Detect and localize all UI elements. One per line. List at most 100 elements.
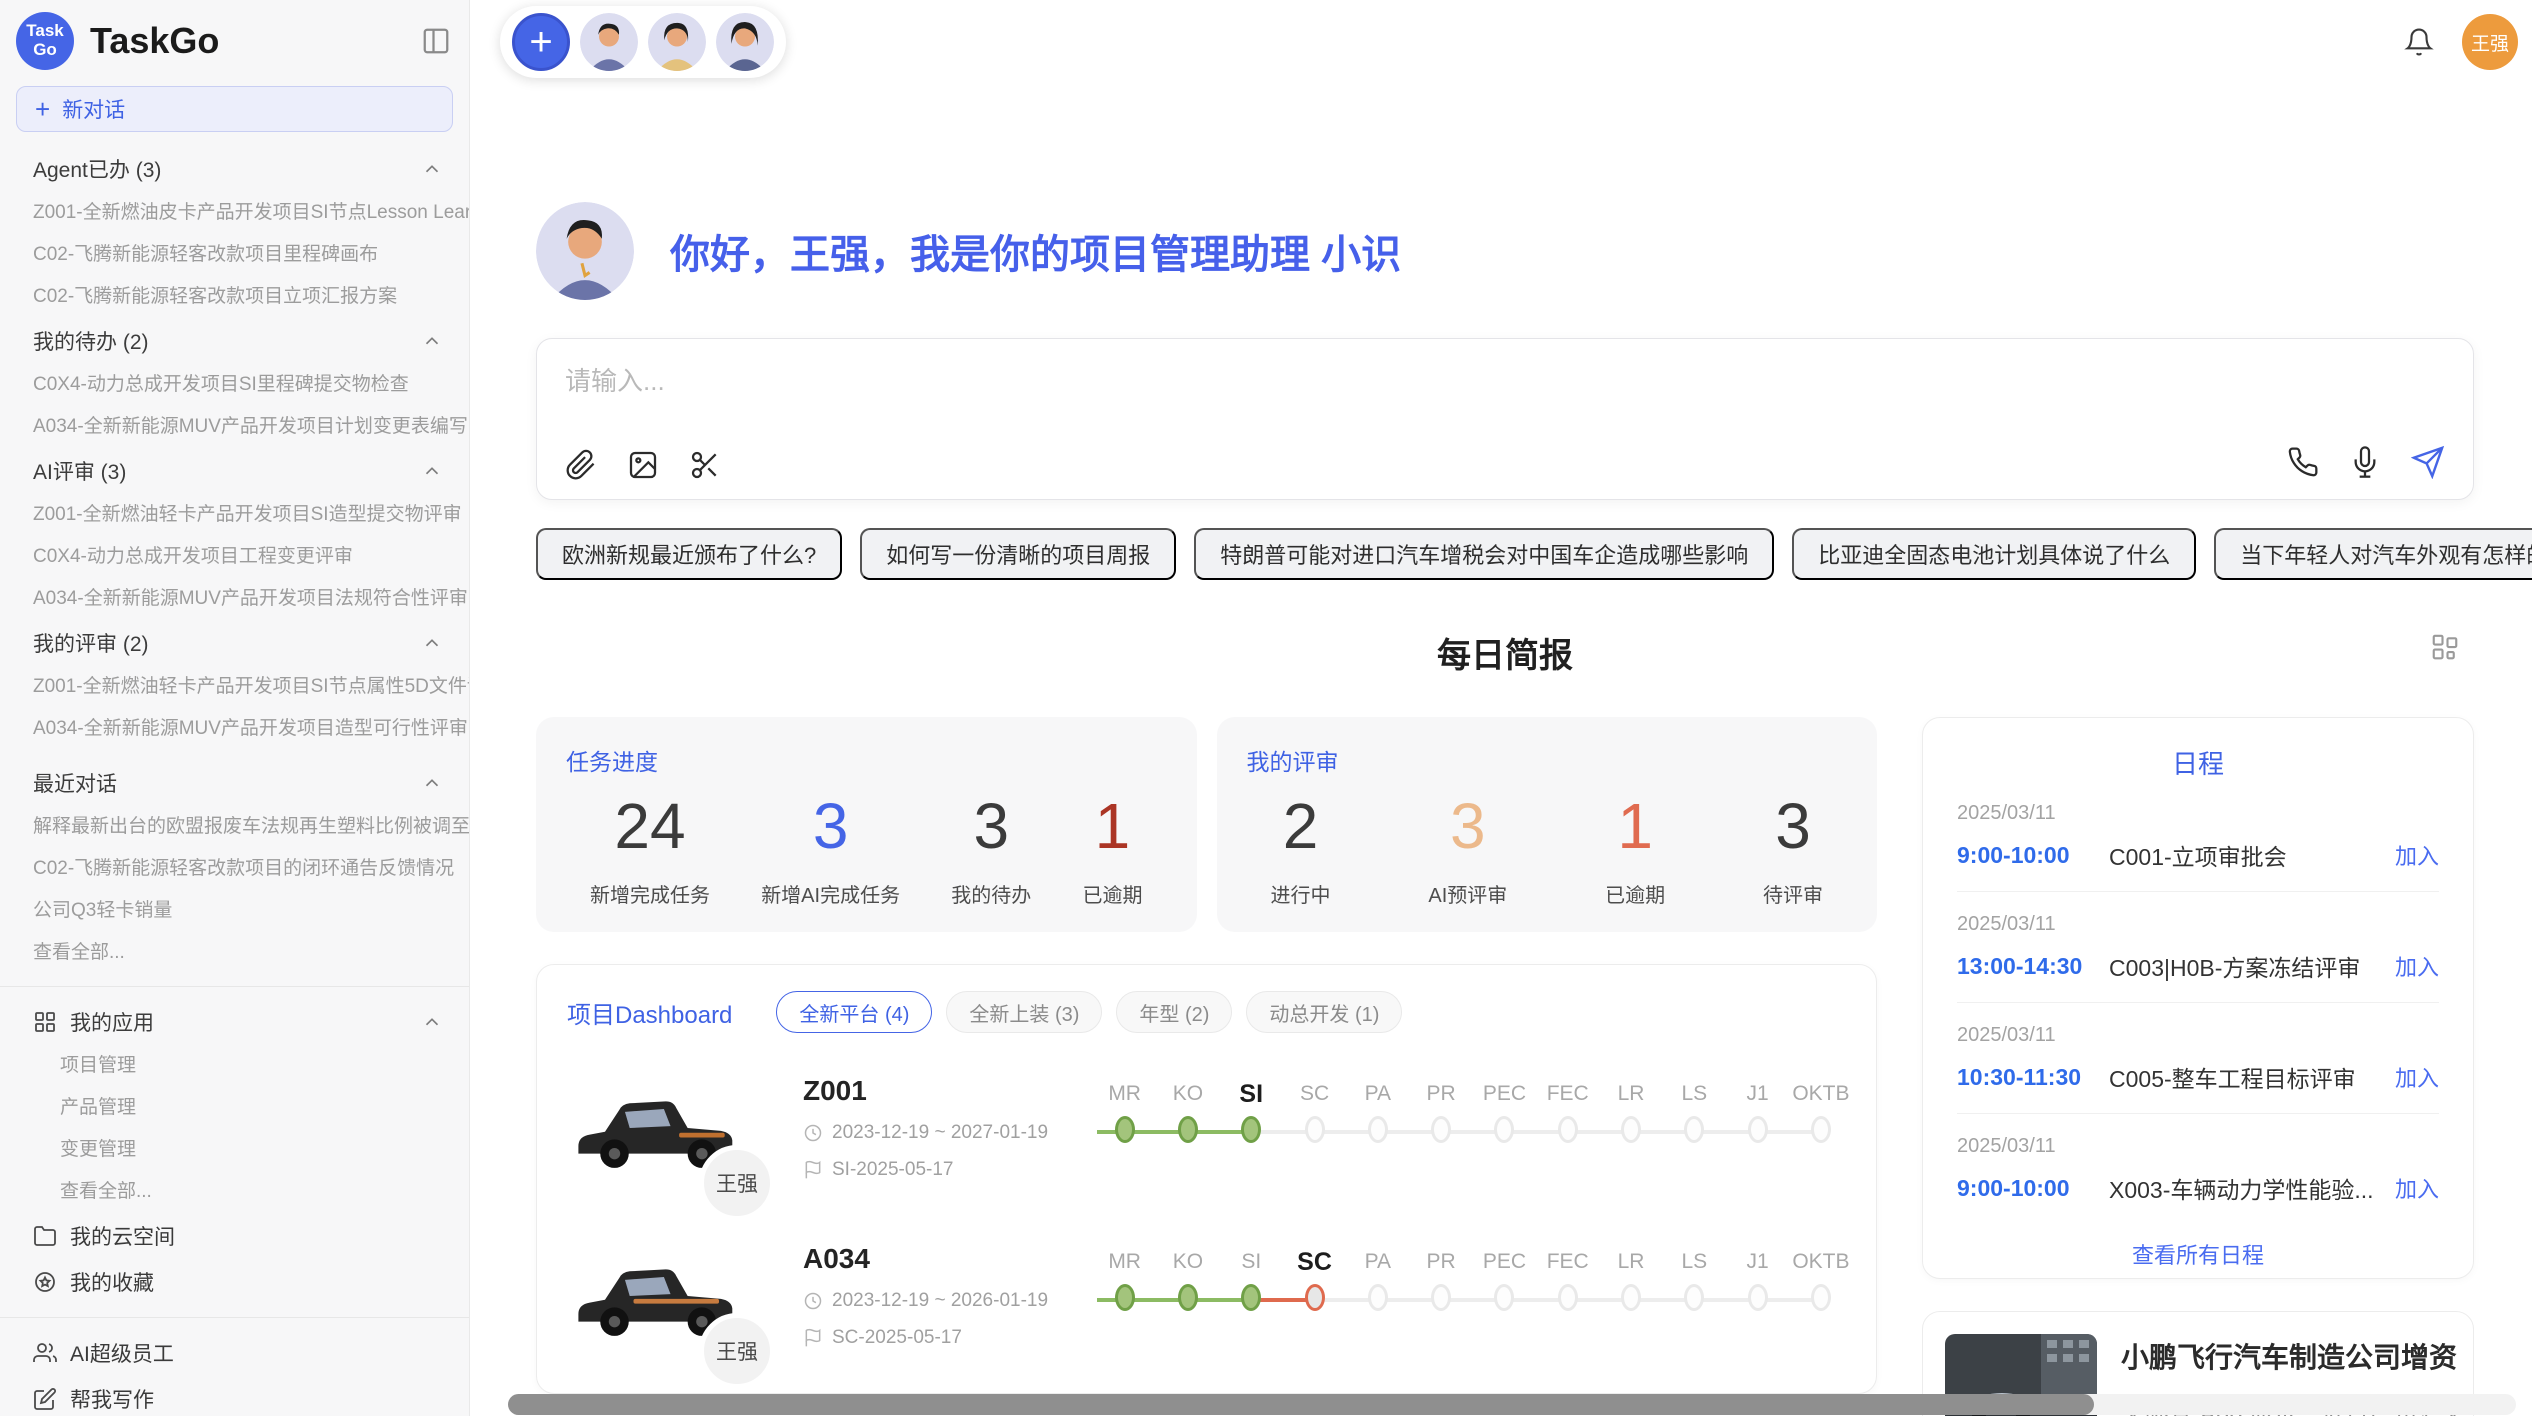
sidebar-item[interactable]: 查看全部... [0, 932, 469, 974]
milestone-dot [1684, 1284, 1704, 1311]
milestone: FEC [1536, 1075, 1599, 1183]
brief-right-column: 日程 2025/03/11 9:00-10:00 C001-立项审批会 加入 [1922, 717, 2474, 1416]
sidebar-section-recent-chats[interactable]: 最近对话 [0, 760, 469, 806]
join-link[interactable]: 加入 [2395, 839, 2439, 871]
milestone: MR [1093, 1243, 1156, 1351]
sidebar-section-ai-review[interactable]: AI评审 (3) [0, 448, 469, 494]
stat-value: 3 [761, 789, 900, 863]
stat-label: 新增AI完成任务 [761, 879, 900, 908]
sidebar-item[interactable]: Z001-全新燃油轻卡产品开发项目SI造型提交物评审 [0, 494, 469, 536]
sidebar-item-ai-super-employee[interactable]: AI超级员工 [0, 1330, 469, 1376]
chat-input[interactable] [565, 361, 2445, 449]
notification-bell-icon[interactable] [2404, 27, 2434, 57]
join-link[interactable]: 加入 [2395, 1061, 2439, 1093]
project-row-a034[interactable]: 王强 A034 2023-12-19 ~ 2026-01-19 [567, 1241, 1846, 1351]
sidebar-item[interactable]: A034-全新新能源MUV产品开发项目计划变更表编写 [0, 406, 469, 448]
suggestion-chip[interactable]: 比亚迪全固态电池计划具体说了什么 [1792, 528, 2196, 580]
sidebar-item[interactable]: C02-飞腾新能源轻客改款项目的闭环通告反馈情况 [0, 848, 469, 890]
join-link[interactable]: 加入 [2395, 1172, 2439, 1204]
suggestion-chip[interactable]: 如何写一份清晰的项目周报 [860, 528, 1176, 580]
agent-done-items: Z001-全新燃油皮卡产品开发项目SI节点Lesson Learn报告C02-飞… [0, 192, 469, 318]
project-car-image: 王强 [567, 1241, 757, 1351]
microphone-icon[interactable] [2349, 446, 2381, 478]
dashboard-tab[interactable]: 年型 (2) [1116, 991, 1232, 1033]
sidebar-item[interactable]: 公司Q3轻卡销量 [0, 890, 469, 932]
cloud-space-label: 我的云空间 [70, 1221, 175, 1251]
milestone-dot [1305, 1116, 1325, 1143]
app-title: TaskGo [90, 20, 405, 62]
avatar[interactable] [580, 13, 638, 71]
user-avatar[interactable]: 王强 [2462, 14, 2518, 70]
section-title: 我的应用 [70, 1007, 154, 1037]
sidebar-item-cloud-space[interactable]: 我的云空间 [0, 1213, 469, 1259]
dashboard-tab[interactable]: 全新上装 (3) [946, 991, 1102, 1033]
suggestion-chip[interactable]: 特朗普可能对进口汽车增税会对中国车企造成哪些影响 [1194, 528, 1774, 580]
sidebar-item[interactable]: C02-飞腾新能源轻客改款项目立项汇报方案 [0, 276, 469, 318]
sidebar-item-help-me-write[interactable]: 帮我写作 [0, 1376, 469, 1416]
sidebar-item[interactable]: Z001-全新燃油轻卡产品开发项目SI节点属性5D文件评审 [0, 666, 469, 708]
milestone: PR [1409, 1075, 1472, 1183]
new-chat-button[interactable]: + 新对话 [16, 86, 453, 132]
layout-grid-icon[interactable] [2430, 632, 2460, 662]
milestone-label: LR [1599, 1075, 1662, 1113]
sidebar-item[interactable]: A034-全新新能源MUV产品开发项目法规符合性评审 [0, 578, 469, 620]
main-content: 你好，王强，我是你的项目管理助理 小识 欧洲新规最近颁布了什么?如何写一份清晰的… [470, 80, 2532, 1416]
sidebar-app-item[interactable]: 产品管理 [0, 1087, 469, 1129]
avatar[interactable] [648, 13, 706, 71]
suggestion-chip[interactable]: 欧洲新规最近颁布了什么? [536, 528, 842, 580]
milestone-dot-row [1536, 1113, 1599, 1155]
sidebar-section-my-apps[interactable]: 我的应用 [0, 999, 469, 1045]
view-all-schedule-link[interactable]: 查看所有日程 [1957, 1238, 2439, 1270]
milestone-dot [1368, 1284, 1388, 1311]
card-title: 任务进度 [566, 743, 1167, 777]
sidebar-section-my-todo[interactable]: 我的待办 (2) [0, 318, 469, 364]
milestone-label: KO [1156, 1075, 1219, 1113]
sidebar-item[interactable]: C02-飞腾新能源轻客改款项目里程碑画布 [0, 234, 469, 276]
scrollbar-thumb[interactable] [508, 1394, 2094, 1415]
my-review-card: 我的评审 2 进行中 3 AI预评审 [1217, 717, 1878, 932]
stat-cards: 任务进度 24 新增完成任务 3 新增AI完成任务 [536, 717, 1877, 932]
users-icon [33, 1341, 57, 1365]
sidebar-section-agent-done[interactable]: Agent已办 (3) [0, 146, 469, 192]
chevron-up-icon [421, 460, 443, 482]
stat-label: 已逾期 [1605, 879, 1665, 908]
sidebar-item-favorites[interactable]: 我的收藏 [0, 1259, 469, 1305]
stat-label: AI预评审 [1428, 879, 1507, 908]
chevron-up-icon [421, 632, 443, 654]
clock-icon [803, 1123, 823, 1143]
dashboard-tab[interactable]: 全新平台 (4) [776, 991, 932, 1033]
scissors-icon[interactable] [689, 449, 721, 481]
sidebar-list: Agent已办 (3) Z001-全新燃油皮卡产品开发项目SI节点Lesson … [0, 146, 469, 1416]
sidebar-app-item[interactable]: 查看全部... [0, 1171, 469, 1213]
sidebar-item[interactable]: 解释最新出台的欧盟报废车法规再生塑料比例被调至15%... [0, 806, 469, 848]
milestone-dot-row [1346, 1113, 1409, 1155]
send-icon[interactable] [2411, 445, 2445, 479]
sidebar-item[interactable]: Z001-全新燃油皮卡产品开发项目SI节点Lesson Learn报告 [0, 192, 469, 234]
image-icon[interactable] [627, 449, 659, 481]
composer [536, 338, 2474, 500]
sidebar-item[interactable]: A034-全新新能源MUV产品开发项目造型可行性评审 [0, 708, 469, 750]
sidebar-item[interactable]: C0X4-动力总成开发项目工程变更评审 [0, 536, 469, 578]
schedule-row: 9:00-10:00 X003-车辆动力学性能验... 加入 [1957, 1171, 2439, 1205]
sidebar-app-item[interactable]: 变更管理 [0, 1129, 469, 1171]
join-link[interactable]: 加入 [2395, 950, 2439, 982]
milestone-dot-row [1283, 1281, 1346, 1323]
phone-icon[interactable] [2287, 446, 2319, 478]
sidebar-app-item[interactable]: 项目管理 [0, 1045, 469, 1087]
dashboard-tab[interactable]: 动总开发 (1) [1246, 991, 1402, 1033]
milestone-dot-row [1663, 1281, 1726, 1323]
suggestion-chip[interactable]: 当下年轻人对汽车外观有怎样的喜好趋势 [2214, 528, 2532, 580]
project-code: Z001 [803, 1075, 1093, 1107]
milestone-label: LR [1599, 1243, 1662, 1281]
brief-columns: 任务进度 24 新增完成任务 3 新增AI完成任务 [536, 717, 2474, 1416]
sidebar-section-my-review[interactable]: 我的评审 (2) [0, 620, 469, 666]
stat-value: 2 [1271, 789, 1331, 863]
project-row-z001[interactable]: 王强 Z001 2023-12-19 ~ 2027-01-19 [567, 1073, 1846, 1183]
milestone-dot-row [1599, 1281, 1662, 1323]
sidebar-collapse-icon[interactable] [421, 26, 451, 56]
attachment-icon[interactable] [565, 449, 597, 481]
add-conversation-button[interactable]: + [512, 13, 570, 71]
avatar[interactable] [716, 13, 774, 71]
project-info: Z001 2023-12-19 ~ 2027-01-19 SI-2025-05-… [803, 1073, 1093, 1183]
sidebar-item[interactable]: C0X4-动力总成开发项目SI里程碑提交物检查 [0, 364, 469, 406]
